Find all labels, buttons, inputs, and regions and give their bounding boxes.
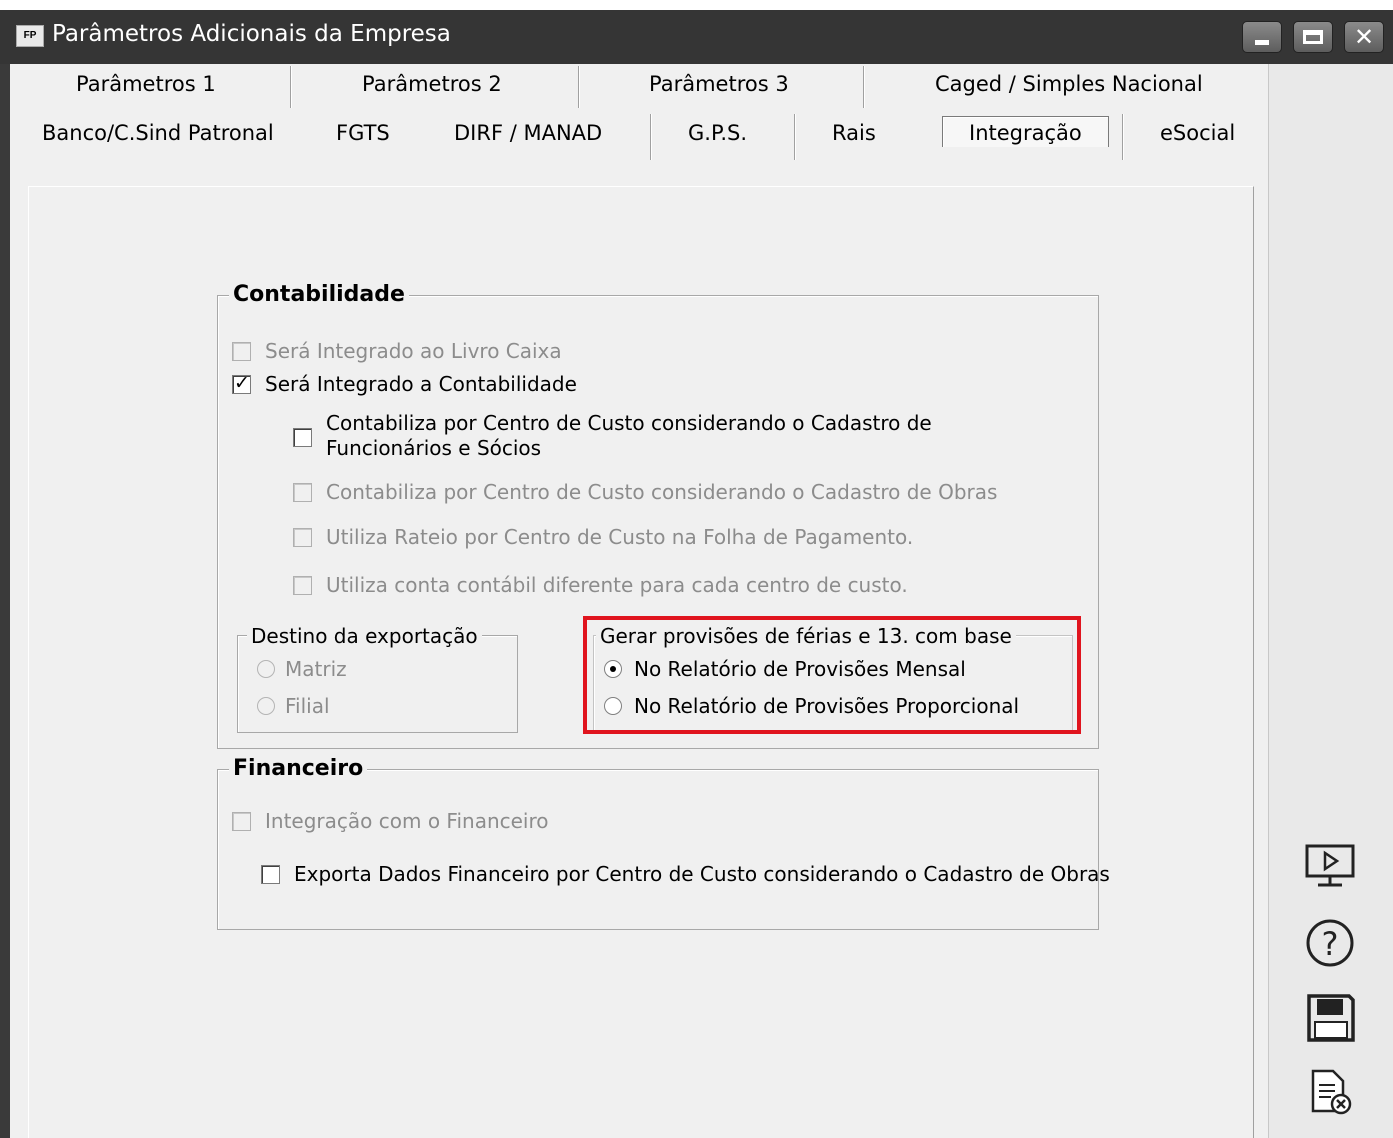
checkbox-label: Exporta Dados Financeiro por Centro de C… [294, 862, 1110, 886]
highlight-box [583, 616, 1081, 734]
checkbox-label: Será Integrado a Contabilidade [265, 372, 577, 396]
svg-text:?: ? [1322, 925, 1339, 963]
checkbox-box[interactable] [232, 342, 251, 361]
checkbox-box[interactable] [293, 483, 312, 502]
tab-label: Banco/C.Sind Patronal [42, 121, 274, 145]
contabilidade-title: Contabilidade [229, 282, 409, 307]
minimize-button[interactable] [1242, 21, 1282, 53]
livro-caixa-checkbox[interactable]: Será Integrado ao Livro Caixa [232, 338, 562, 364]
action-sidebar [1268, 64, 1393, 1138]
financeiro-title: Financeiro [229, 756, 368, 781]
tab-label: Integração [969, 121, 1082, 145]
tab-label: Caged / Simples Nacional [935, 72, 1203, 96]
title-bar[interactable]: FP Parâmetros Adicionais da Empresa ✕ [0, 10, 1393, 64]
checkbox-label: Contabiliza por Centro de Custo consider… [326, 480, 998, 504]
minimize-icon [1255, 40, 1269, 45]
monitor-play-icon[interactable] [1303, 842, 1357, 890]
checkbox-box[interactable] [293, 576, 312, 595]
maximize-icon [1303, 30, 1323, 44]
checkbox-label: Utiliza Rateio por Centro de Custo na Fo… [326, 525, 914, 549]
checkbox-label: Contabiliza por Centro de Custo consider… [326, 411, 932, 460]
help-icon[interactable]: ? [1303, 917, 1357, 969]
tab-parametros-3[interactable]: Parâmetros 3 [649, 72, 789, 96]
destino-title: Destino da exportação [247, 624, 482, 648]
financeiro-group [217, 769, 1099, 930]
window-title: Parâmetros Adicionais da Empresa [52, 21, 451, 47]
rateio-checkbox[interactable]: Utiliza Rateio por Centro de Custo na Fo… [293, 524, 913, 550]
tab-esocial[interactable]: eSocial [1160, 121, 1235, 145]
app-icon[interactable]: FP [16, 25, 44, 47]
tab-label: eSocial [1160, 121, 1236, 145]
checkmark-icon: ✓ [234, 372, 250, 394]
save-icon[interactable] [1303, 992, 1357, 1044]
tab-label: FGTS [336, 121, 390, 145]
matriz-radio[interactable]: Matriz [257, 656, 347, 682]
checkbox-label: Será Integrado ao Livro Caixa [265, 339, 562, 363]
tab-label: G.P.S. [688, 121, 748, 145]
maximize-button[interactable] [1293, 21, 1333, 53]
tab-dirf-manad[interactable]: DIRF / MANAD [454, 121, 602, 145]
tab-gps[interactable]: G.P.S. [688, 121, 747, 145]
radio-label: Filial [285, 694, 330, 718]
centro-custo-obras-checkbox[interactable]: Contabiliza por Centro de Custo consider… [293, 479, 997, 505]
radio-circle[interactable] [257, 660, 275, 678]
checkbox-box[interactable] [293, 428, 312, 447]
filial-radio[interactable]: Filial [257, 693, 330, 719]
checkbox-label: Utiliza conta contábil diferente para ca… [326, 573, 908, 597]
close-button[interactable]: ✕ [1344, 21, 1384, 53]
tab-separator [794, 114, 796, 160]
conta-contabil-checkbox[interactable]: Utiliza conta contábil diferente para ca… [293, 572, 908, 598]
tab-label: DIRF / MANAD [454, 121, 603, 145]
tab-label: Parâmetros 2 [362, 72, 502, 96]
tab-label: Parâmetros 3 [649, 72, 789, 96]
centro-custo-funcionarios-checkbox[interactable]: Contabiliza por Centro de Custo consider… [293, 411, 1056, 461]
checkbox-box[interactable] [232, 812, 251, 831]
checkbox-box[interactable] [261, 865, 280, 884]
tab-banco-sind[interactable]: Banco/C.Sind Patronal [42, 121, 274, 145]
tab-separator [290, 66, 292, 108]
radio-label: Matriz [285, 657, 347, 681]
tab-separator [650, 114, 652, 160]
integracao-financeiro-checkbox[interactable]: Integração com o Financeiro [232, 808, 549, 834]
main-window: FP Parâmetros Adicionais da Empresa ✕ Pa… [0, 10, 1393, 1138]
cancel-document-icon[interactable] [1303, 1067, 1357, 1119]
tab-separator [1122, 114, 1124, 160]
tab-rais[interactable]: Rais [832, 121, 876, 145]
checkbox-label: Integração com o Financeiro [265, 809, 549, 833]
tab-fgts[interactable]: FGTS [336, 121, 390, 145]
tab-label: Parâmetros 1 [76, 72, 216, 96]
client-area: Parâmetros 1 Parâmetros 2 Parâmetros 3 C… [10, 64, 1393, 1138]
tab-parametros-2[interactable]: Parâmetros 2 [362, 72, 502, 96]
tab-separator [863, 66, 865, 108]
tab-parametros-1[interactable]: Parâmetros 1 [76, 72, 216, 96]
tab-separator [578, 66, 580, 108]
checkbox-box[interactable] [293, 528, 312, 547]
checkbox-box[interactable]: ✓ [232, 372, 251, 394]
contabilidade-checkbox[interactable]: ✓ Será Integrado a Contabilidade [232, 371, 577, 397]
tab-caged-simples[interactable]: Caged / Simples Nacional [935, 72, 1203, 96]
close-icon: ✕ [1353, 23, 1375, 51]
tab-label: Rais [832, 121, 876, 145]
radio-circle[interactable] [257, 697, 275, 715]
exporta-financeiro-checkbox[interactable]: Exporta Dados Financeiro por Centro de C… [261, 861, 1110, 887]
tab-integracao[interactable]: Integração [942, 116, 1109, 147]
